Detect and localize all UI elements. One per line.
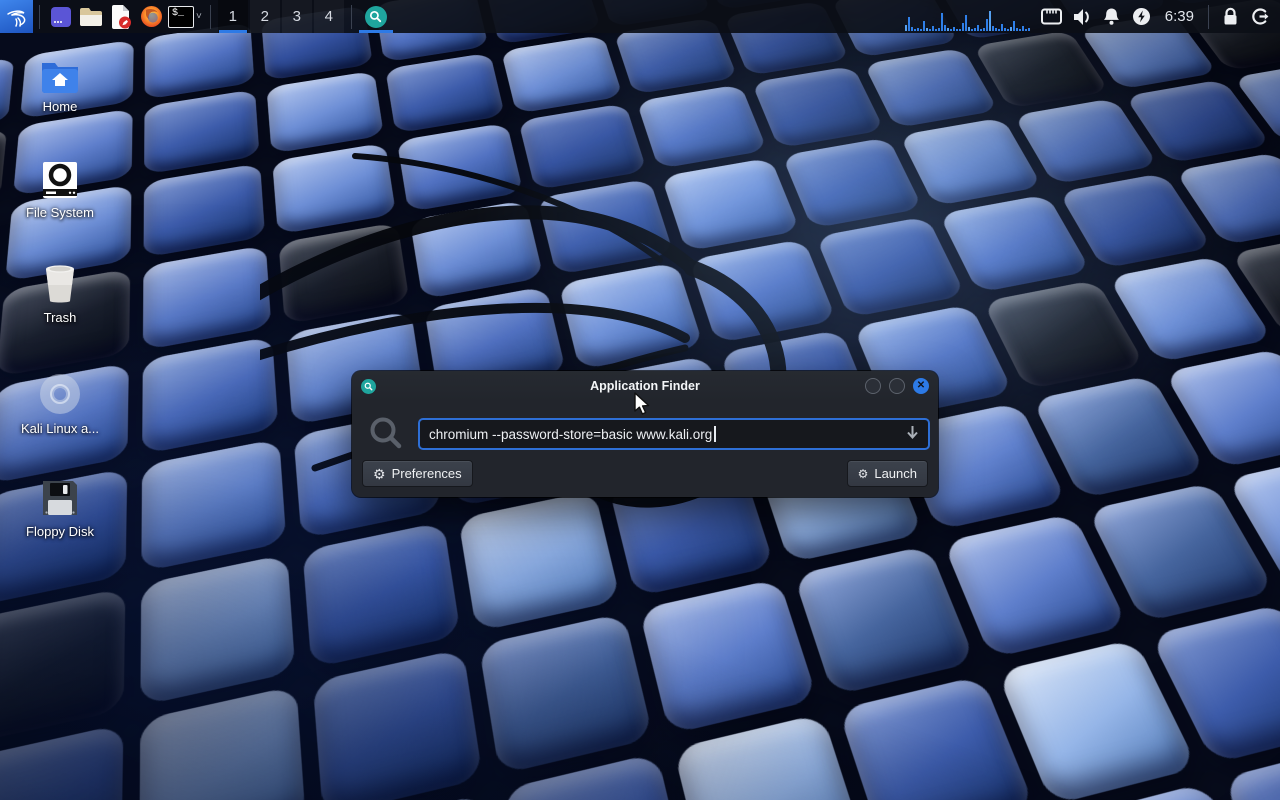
floppy-disk-icon (0, 477, 120, 519)
trash-bin-icon (0, 263, 120, 305)
optical-disc-icon (0, 372, 120, 416)
window-controls: ✕ (865, 378, 929, 394)
lock-screen-icon[interactable] (1218, 0, 1242, 33)
preferences-label: Preferences (392, 466, 462, 481)
logout-icon[interactable] (1248, 0, 1272, 33)
panel-right-section: 6:39 (905, 0, 1280, 33)
desktop-icon-label: Trash (0, 310, 120, 325)
launcher-terminal[interactable]: $_ ˅ (166, 0, 204, 33)
launcher-firefox[interactable] (136, 0, 166, 33)
volume-icon[interactable] (1070, 0, 1094, 33)
workspace-button-3[interactable]: 3 (282, 0, 312, 33)
panel-separator (1208, 5, 1209, 29)
desktop-icon-label: Kali Linux a... (0, 421, 120, 436)
top-panel: $_ ˅ 1 2 3 4 (0, 0, 1280, 33)
window-app-icon (50, 6, 72, 28)
hard-drive-icon (0, 160, 120, 200)
network-icon[interactable] (1040, 0, 1064, 33)
search-icon (368, 415, 404, 456)
mouse-cursor (633, 392, 653, 416)
notification-bell-icon[interactable] (1100, 0, 1124, 33)
close-button[interactable]: ✕ (913, 378, 929, 394)
chevron-down-icon[interactable]: ˅ (196, 11, 202, 22)
desktop-icon-file-system[interactable]: File System (0, 160, 120, 220)
cpu-graph-monitor[interactable] (905, 0, 1031, 33)
application-finder-icon (365, 6, 387, 28)
gear-icon: ⚙ (373, 467, 386, 481)
desktop-icon-kali-cd[interactable]: Kali Linux a... (0, 372, 120, 436)
text-caret (714, 426, 716, 442)
desktop-icon-trash[interactable]: Trash (0, 263, 120, 325)
document-edit-icon (110, 5, 132, 29)
workspace-label: 4 (325, 8, 333, 25)
terminal-glyph: $_ (172, 8, 184, 19)
desktop-icon-floppy-disk[interactable]: Floppy Disk (0, 477, 120, 539)
desktop-icon-label: Home (0, 99, 120, 114)
desktop-icon-label: File System (0, 205, 120, 220)
launcher-file-manager[interactable] (76, 0, 106, 33)
launcher-text-editor[interactable] (106, 0, 136, 33)
panel-separator (210, 5, 211, 29)
dialog-button-row: ⚙ Preferences ⚙ Launch (362, 460, 928, 487)
desktop-icon-label: Floppy Disk (0, 524, 120, 539)
close-icon: ✕ (917, 381, 925, 391)
panel-left-section: $_ ˅ 1 2 3 4 (0, 0, 394, 33)
finder-query-input[interactable]: chromium --password-store=basic www.kali… (418, 418, 930, 450)
terminal-icon: $_ (168, 6, 194, 28)
panel-clock[interactable]: 6:39 (1165, 8, 1194, 25)
firefox-icon (140, 5, 163, 28)
panel-separator (351, 5, 352, 29)
application-finder-window: Application Finder ✕ chromium --password… (352, 371, 938, 497)
launch-gears-icon: ⚙ (858, 468, 869, 480)
minimize-button[interactable] (865, 378, 881, 394)
desktop-screen: Home File System Trash (0, 0, 1280, 800)
desktop-icon-home[interactable]: Home (0, 58, 120, 114)
preferences-button[interactable]: ⚙ Preferences (362, 460, 473, 487)
dropdown-arrow-icon[interactable] (906, 425, 919, 444)
launch-label: Launch (874, 466, 917, 481)
taskbar-application-finder-button[interactable] (358, 0, 394, 33)
workspace-button-1[interactable]: 1 (218, 0, 248, 33)
home-folder-icon (0, 58, 120, 94)
workspace-button-4[interactable]: 4 (314, 0, 344, 33)
panel-separator (39, 5, 40, 29)
window-title: Application Finder (352, 379, 938, 393)
kali-logo-icon (5, 5, 29, 29)
power-manager-icon[interactable] (1130, 0, 1154, 33)
folder-icon (79, 7, 103, 27)
maximize-button[interactable] (889, 378, 905, 394)
workspace-label: 1 (229, 8, 237, 25)
launcher-window-switcher[interactable] (46, 0, 76, 33)
workspace-label: 3 (293, 8, 301, 25)
workspace-button-2[interactable]: 2 (250, 0, 280, 33)
workspace-label: 2 (261, 8, 269, 25)
kali-menu-button[interactable] (0, 0, 33, 33)
query-text: chromium --password-store=basic www.kali… (429, 427, 712, 442)
launch-button[interactable]: ⚙ Launch (847, 460, 928, 487)
